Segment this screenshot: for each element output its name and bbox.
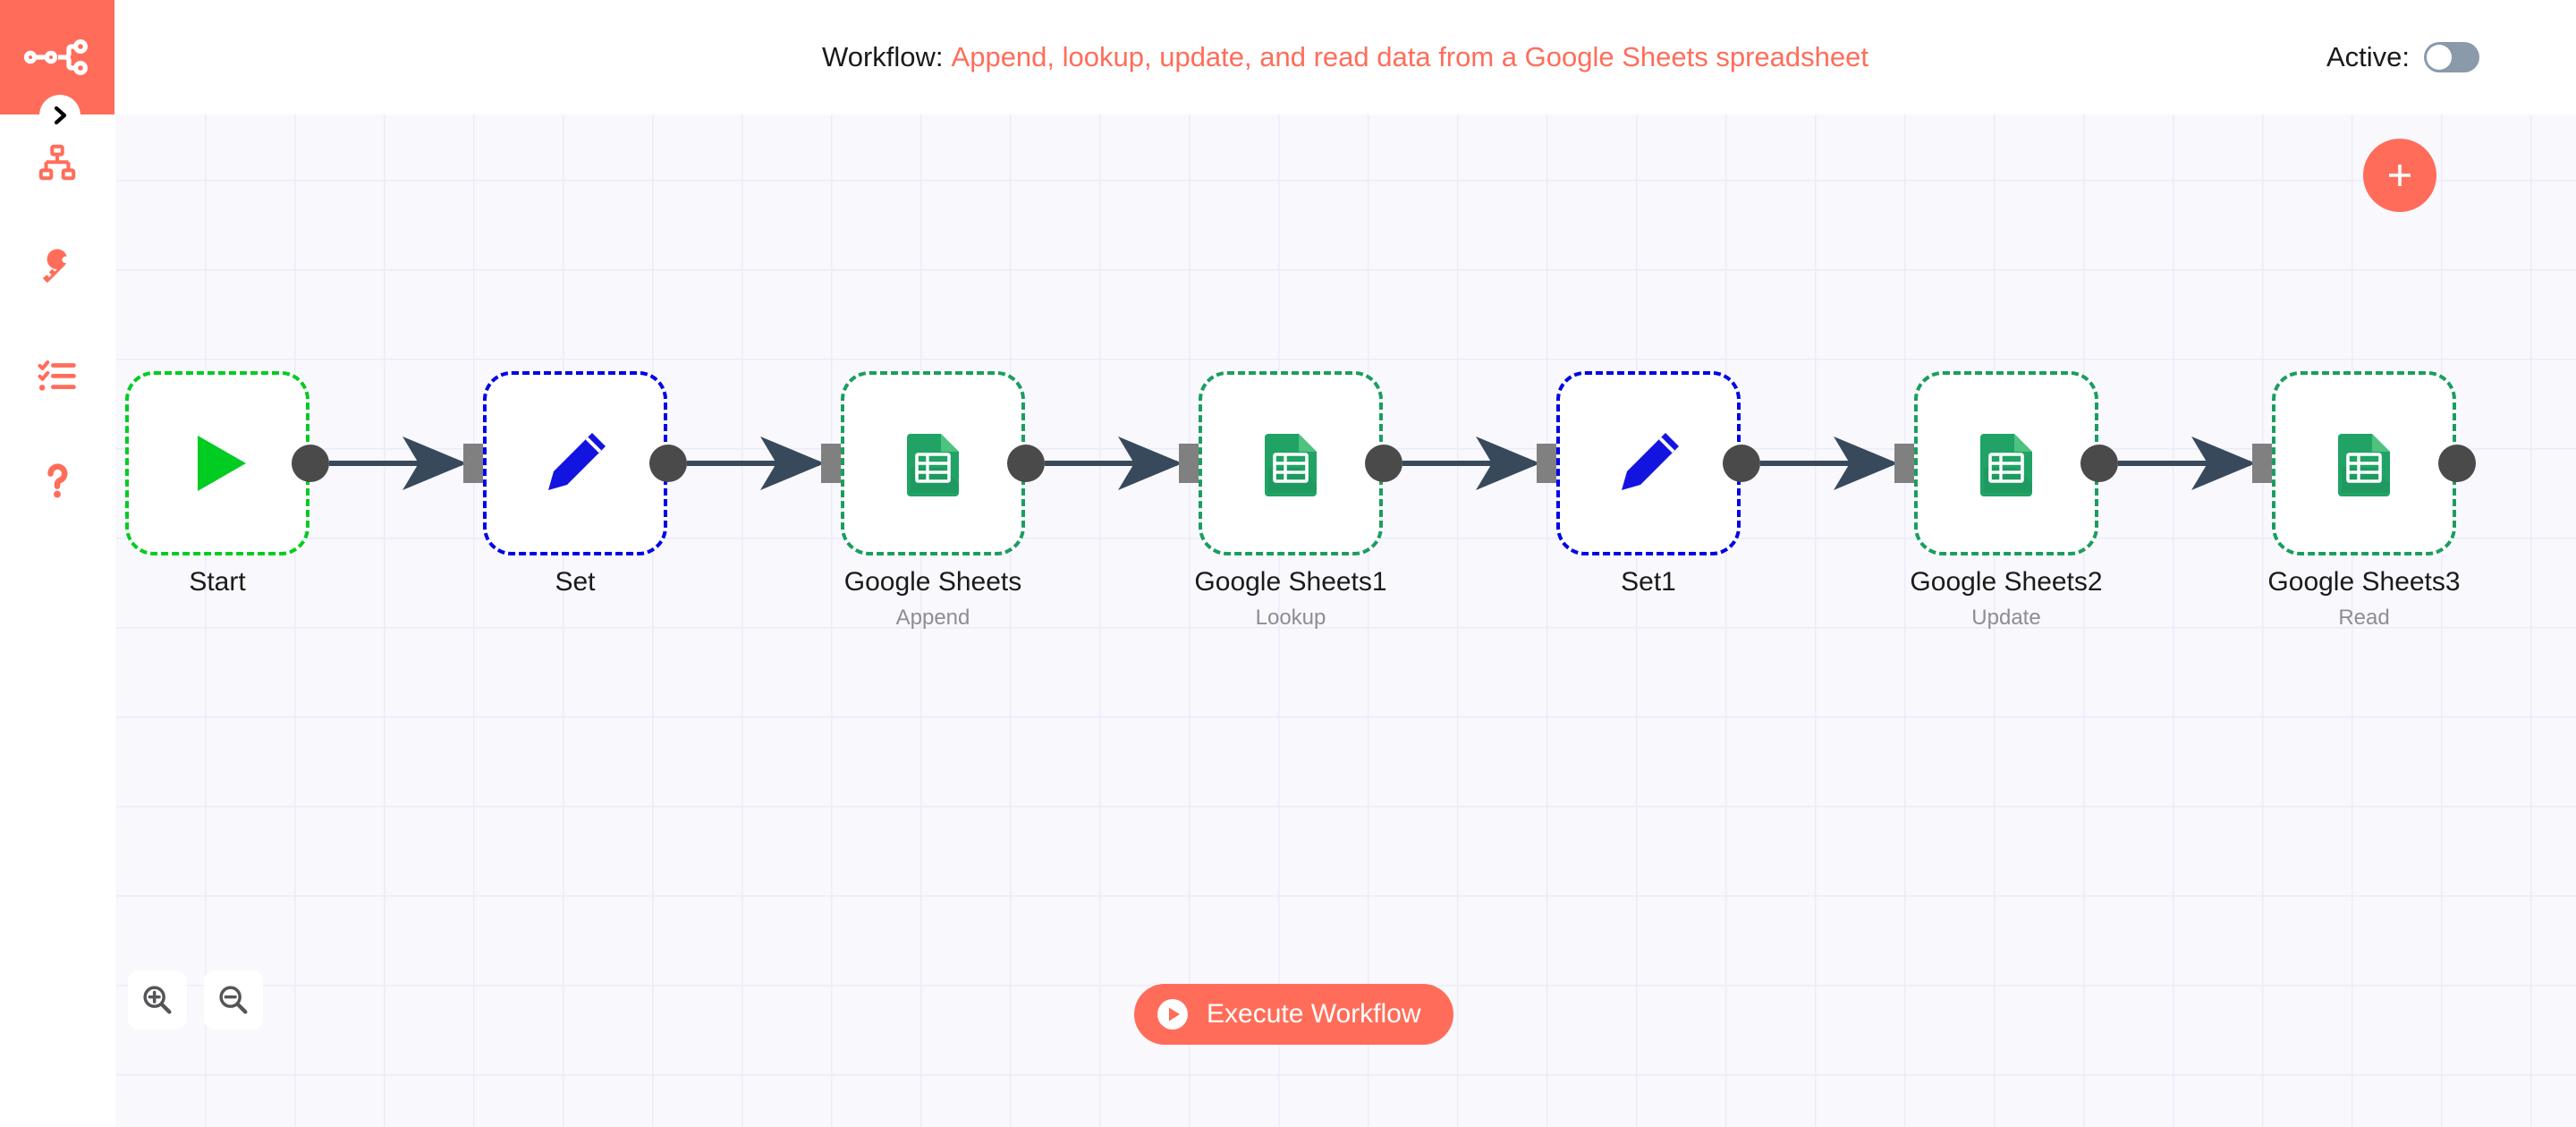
node-subtitle: Read: [2338, 606, 2390, 630]
node-input-endpoint[interactable]: [463, 444, 483, 483]
node-output-endpoint[interactable]: [2080, 445, 2118, 482]
n8n-logo-icon: [24, 38, 88, 76]
google-sheets-icon: [1980, 434, 2032, 496]
plus-icon: [2389, 165, 2411, 186]
node-input-endpoint[interactable]: [1179, 444, 1199, 483]
main-sidebar: [0, 0, 114, 1127]
google-sheets-icon: [2338, 434, 2390, 496]
active-toggle-knob: [2427, 45, 2452, 70]
sidebar-item-credentials[interactable]: [0, 240, 114, 297]
sidebar-item-executions[interactable]: [0, 347, 114, 404]
node-name-label: Google Sheets2: [1910, 567, 2103, 597]
question-mark-icon: [47, 463, 68, 498]
workflow-title: Workflow: Append, lookup, update, and re…: [114, 0, 2576, 114]
node-output-endpoint[interactable]: [1365, 445, 1402, 482]
play-circle-icon: [1157, 999, 1188, 1030]
workflow-title-name[interactable]: Append, lookup, update, and read data fr…: [952, 41, 1868, 73]
node-input-endpoint[interactable]: [1894, 444, 1914, 483]
sitemap-icon: [38, 144, 76, 181]
node-box-set[interactable]: [483, 371, 667, 555]
workflow-title-prefix: Workflow:: [822, 41, 944, 72]
play-triangle-icon: [198, 436, 246, 491]
node-box-set1[interactable]: [1556, 371, 1741, 555]
node-name-label: Google Sheets: [843, 567, 1022, 597]
node-name-label: Set: [555, 567, 596, 597]
checklist-icon: [38, 360, 76, 391]
node-input-endpoint[interactable]: [1537, 444, 1556, 483]
google-sheets-icon: [1265, 434, 1317, 496]
pencil-icon: [548, 433, 606, 490]
node-output-endpoint[interactable]: [1007, 445, 1045, 482]
node-name-label: Set1: [1621, 567, 1676, 597]
node-box-gs0[interactable]: [841, 371, 1025, 555]
node-output-endpoint[interactable]: [649, 445, 687, 482]
node-input-endpoint[interactable]: [2252, 444, 2272, 483]
chevron-right-icon: [54, 106, 67, 125]
execute-workflow-button[interactable]: Execute Workflow: [1134, 984, 1453, 1045]
n8n-workflow-editor: Start Set Google Sheets Append Google Sheets…: [0, 0, 2576, 1127]
sidebar-item-help[interactable]: [0, 453, 114, 510]
node-subtitle: Append: [895, 606, 970, 630]
execute-workflow-label: Execute Workflow: [1207, 999, 1421, 1029]
node-input-endpoint[interactable]: [821, 444, 841, 483]
node-box-start[interactable]: [125, 371, 309, 555]
node-output-endpoint[interactable]: [292, 445, 329, 482]
active-toggle-group: Active:: [2326, 0, 2479, 114]
zoom-in-button[interactable]: [128, 970, 187, 1030]
node-output-endpoint[interactable]: [1723, 445, 1760, 482]
node-subtitle: Lookup: [1255, 606, 1326, 630]
zoom-out-icon: [219, 986, 248, 1014]
add-node-button[interactable]: [2363, 139, 2436, 212]
node-box-gs1[interactable]: [1199, 371, 1383, 555]
zoom-in-icon: [143, 986, 172, 1014]
workflow-header: Workflow: Append, lookup, update, and re…: [114, 0, 2576, 114]
zoom-out-button[interactable]: [204, 970, 263, 1030]
google-sheets-icon: [907, 434, 959, 496]
pencil-icon: [1622, 433, 1679, 490]
node-output-endpoint[interactable]: [2438, 445, 2476, 482]
active-label: Active:: [2326, 41, 2410, 72]
sidebar-item-workflows[interactable]: [0, 134, 114, 191]
node-name-label: Google Sheets3: [2267, 567, 2461, 597]
active-toggle[interactable]: [2424, 42, 2479, 72]
key-icon: [42, 249, 69, 284]
node-subtitle: Update: [1971, 606, 2041, 630]
node-box-gs3[interactable]: [2272, 371, 2456, 555]
node-box-gs2[interactable]: [1914, 371, 2098, 555]
node-name-label: Google Sheets1: [1194, 567, 1387, 597]
sidebar-expand-button[interactable]: [39, 95, 80, 136]
